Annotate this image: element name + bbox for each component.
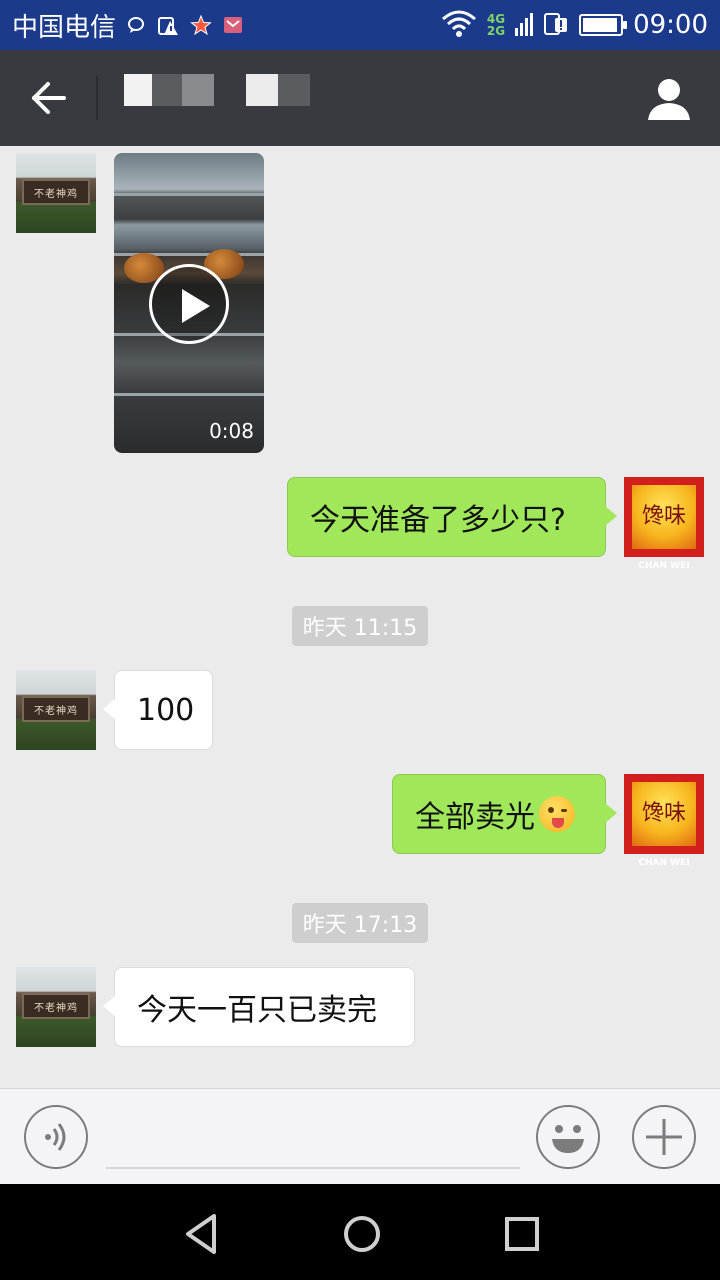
sim-alert-icon <box>543 10 569 40</box>
signal-icon <box>515 10 534 40</box>
emoji-icon[interactable] <box>536 1105 600 1169</box>
arrow-left-icon[interactable] <box>22 74 74 122</box>
network-type: 4G 2G <box>487 13 505 37</box>
emoji-eye-wink <box>561 809 567 812</box>
video-frame-detail <box>114 193 264 196</box>
avatar-logo-glyph: 馋味 <box>641 504 686 529</box>
nav-home-icon[interactable] <box>340 1212 384 1256</box>
warning-notification-icon <box>156 13 180 37</box>
input-bar <box>0 1088 720 1184</box>
chat-bubble-notification-icon <box>126 15 146 35</box>
app-notification-icon <box>222 14 244 36</box>
incoming-message-bubble[interactable]: 今天一百只已卖完 <box>103 967 415 1047</box>
plus-icon[interactable] <box>632 1105 696 1169</box>
message-text: 100 <box>137 692 195 728</box>
nav-recents-icon[interactable] <box>500 1212 544 1256</box>
system-nav-bar <box>0 1184 720 1280</box>
battery-icon <box>579 14 628 36</box>
status-bar: 中国电信 4G 2G 09:00 <box>0 0 720 50</box>
avatar-brand: CHAN WEI <box>638 561 690 571</box>
carrier-label: 中国电信 <box>12 12 117 43</box>
incoming-message-bubble[interactable]: 100 <box>103 670 213 750</box>
timestamp: 昨天 11:15 <box>292 606 428 646</box>
emoji-tongue <box>552 818 564 828</box>
video-message[interactable]: 0:08 <box>114 153 264 453</box>
message-text: 今天准备了多少只? <box>310 503 566 538</box>
star-notification-icon <box>190 14 212 36</box>
timestamp: 昨天 17:13 <box>292 903 428 943</box>
avatar-logo-glyph: 馋味 <box>641 801 686 826</box>
contact-avatar[interactable]: 不老神鸡 <box>16 670 96 750</box>
outgoing-message-bubble[interactable]: 今天准备了多少只? <box>287 477 617 557</box>
nav-back-icon[interactable] <box>180 1212 224 1256</box>
avatar-sign: 不老神鸡 <box>22 993 90 1019</box>
self-avatar[interactable]: 馋味 CHAN WEI <box>624 477 704 571</box>
contact-avatar[interactable]: 不老神鸡 <box>16 153 96 233</box>
message-input[interactable] <box>106 1167 520 1169</box>
self-avatar[interactable]: 馋味 CHAN WEI <box>624 774 704 868</box>
wifi-icon <box>441 9 477 41</box>
title-divider <box>96 76 98 120</box>
video-frame-detail <box>114 393 264 396</box>
outgoing-message-bubble[interactable]: 全部卖光 <box>392 774 617 854</box>
avatar-sign: 不老神鸡 <box>22 179 90 205</box>
contact-avatar[interactable]: 不老神鸡 <box>16 967 96 1047</box>
avatar-sign: 不老神鸡 <box>22 696 90 722</box>
avatar-brand: CHAN WEI <box>638 858 690 868</box>
voice-icon[interactable] <box>24 1105 88 1169</box>
tongue-wink-emoji-icon <box>539 796 575 832</box>
emoji-eye <box>548 807 554 813</box>
title-bar <box>0 50 720 146</box>
message-text: 全部卖光 <box>415 800 535 835</box>
network-2g-label: 2G <box>486 24 506 38</box>
message-text: 今天一百只已卖完 <box>137 993 377 1028</box>
video-duration: 0:08 <box>209 419 254 443</box>
clock: 09:00 <box>633 10 708 40</box>
play-icon[interactable] <box>149 264 229 344</box>
person-icon[interactable] <box>646 76 692 122</box>
